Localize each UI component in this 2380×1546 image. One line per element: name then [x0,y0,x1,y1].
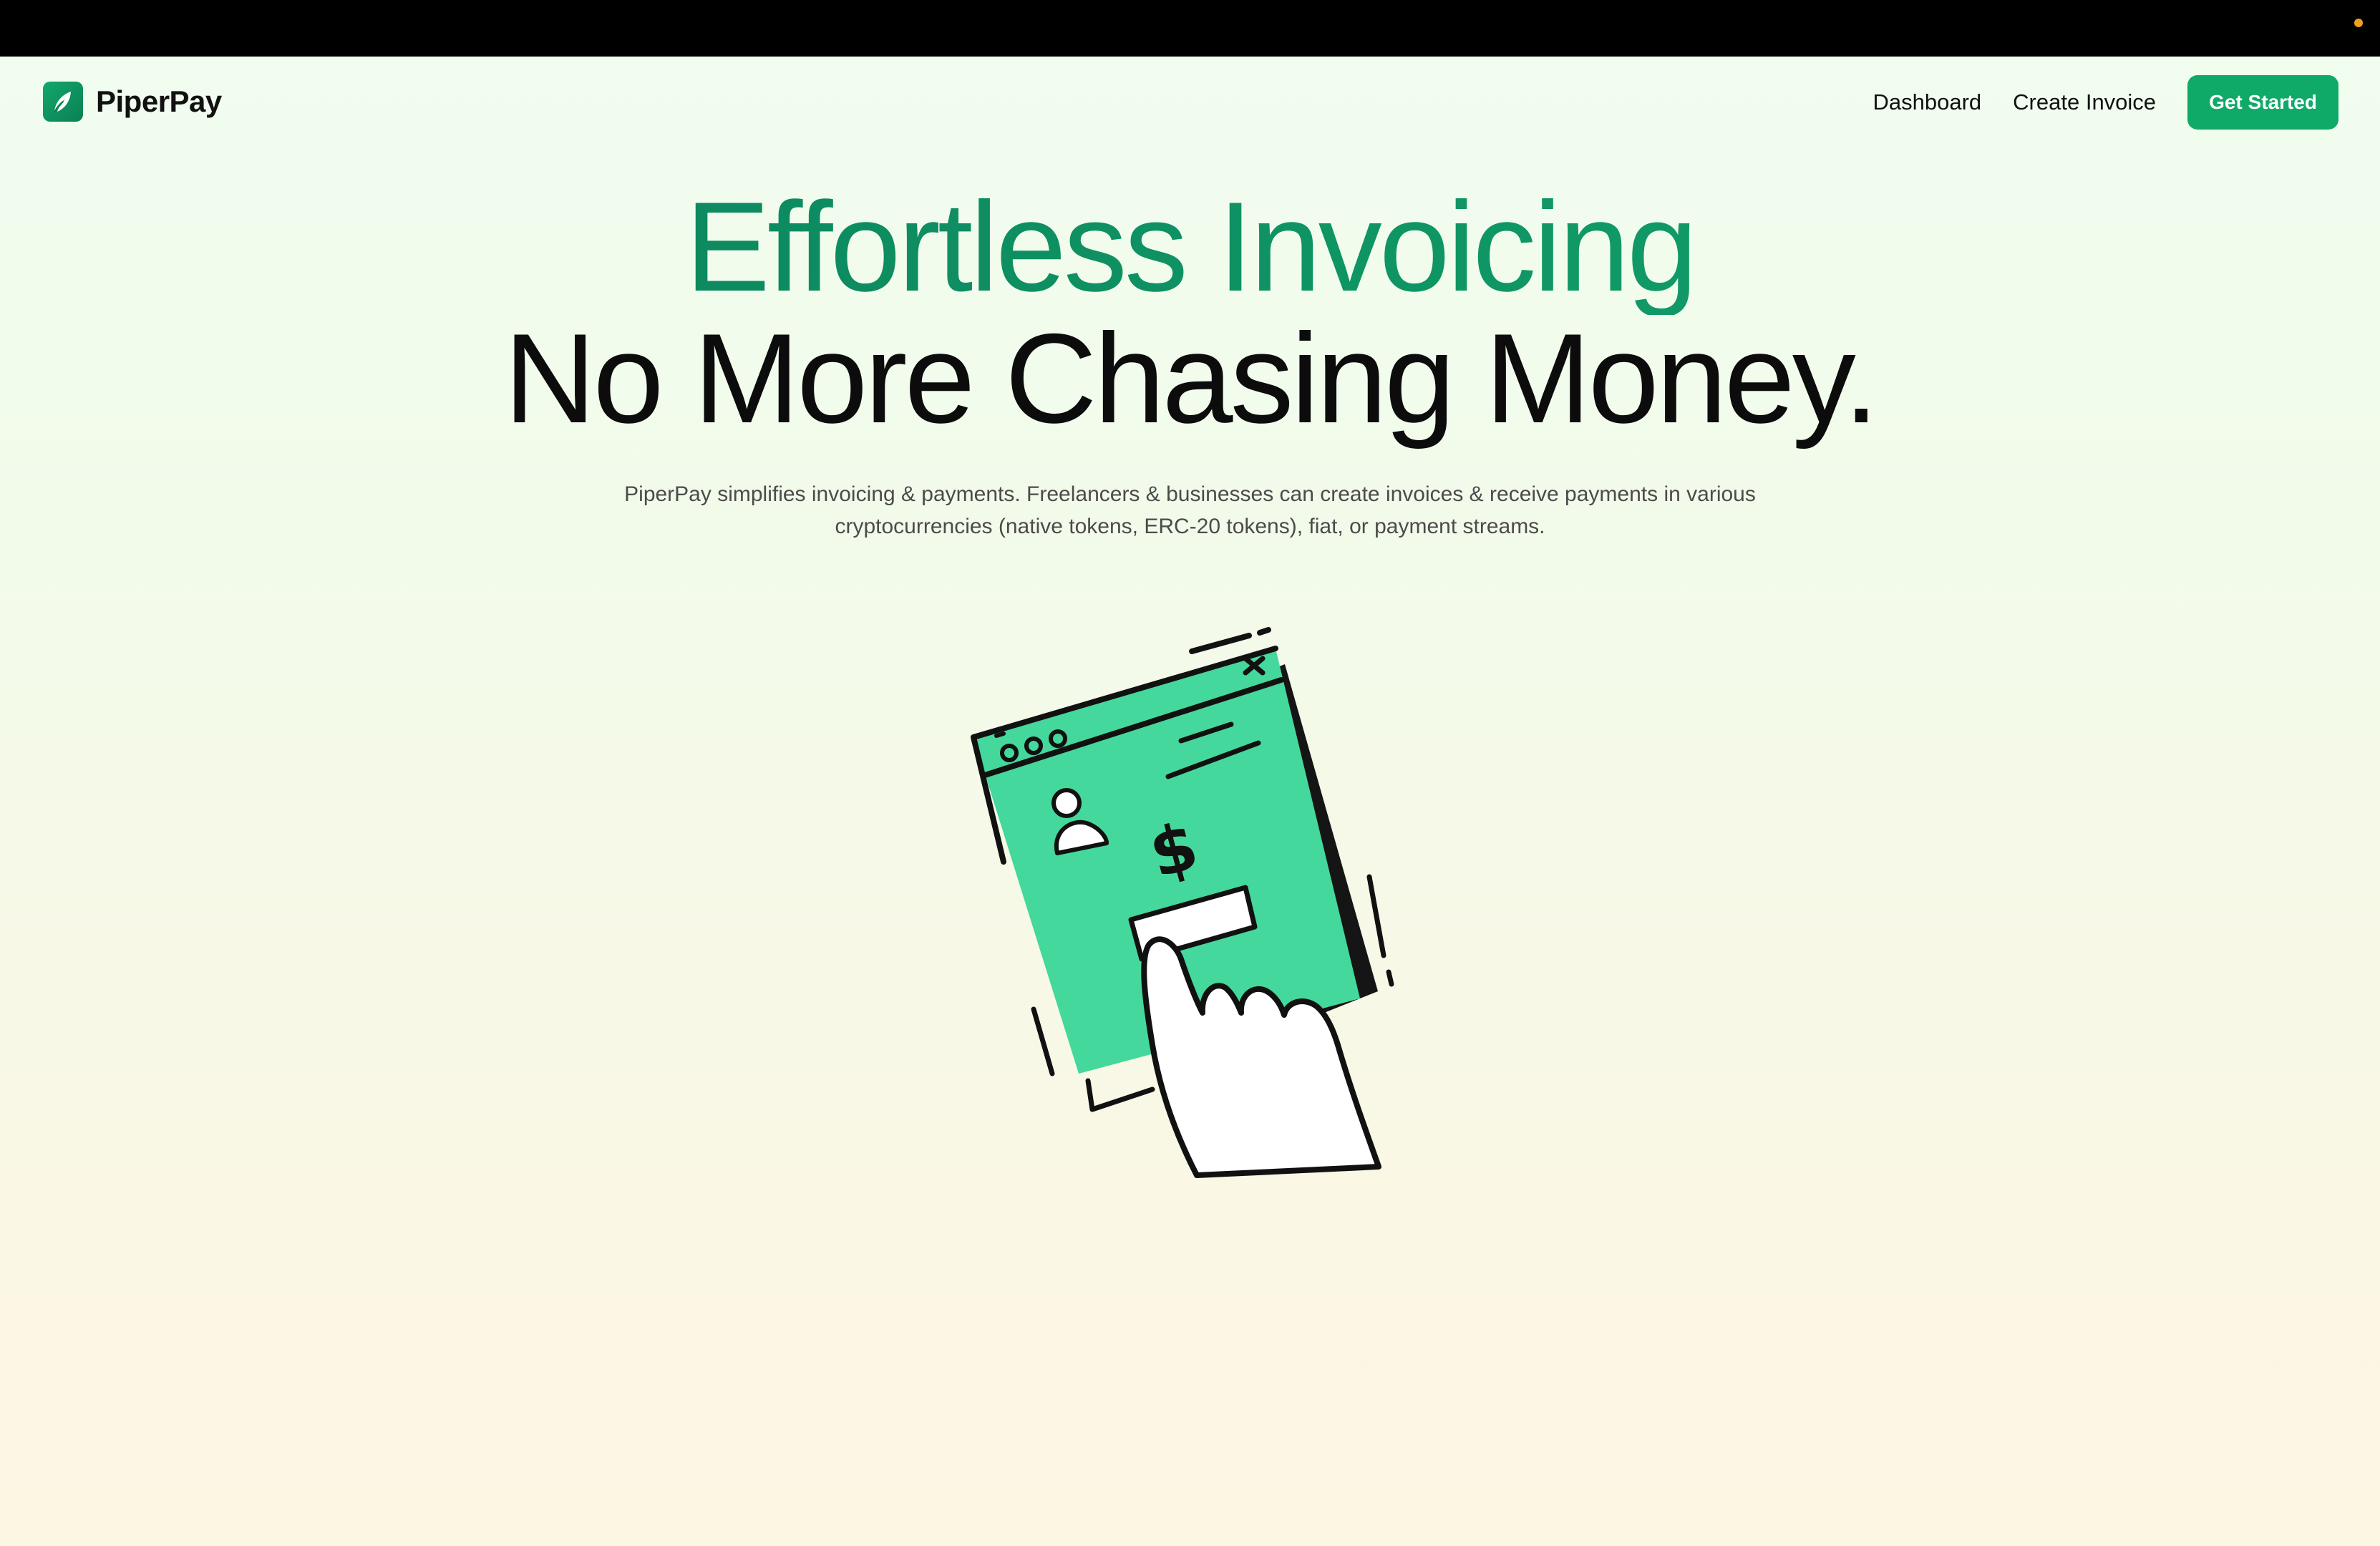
hero-section: Effortless Invoicing No More Chasing Mon… [0,179,2380,543]
get-started-button[interactable]: Get Started [2187,75,2338,130]
recording-indicator-icon [2354,19,2363,27]
nav-links: Dashboard Create Invoice Get Started [1873,75,2338,130]
system-top-bar [0,0,2380,57]
brand-name: PiperPay [96,84,222,118]
nav-link-create-invoice[interactable]: Create Invoice [2013,89,2156,115]
hero-headline-accent: Effortless Invoicing [0,179,2380,315]
feather-icon [43,82,83,122]
brand[interactable]: PiperPay [43,80,222,123]
nav-link-dashboard[interactable]: Dashboard [1873,89,1982,115]
hero-subtitle: PiperPay simplifies invoicing & payments… [624,482,1756,538]
navigation-bar: PiperPay Dashboard Create Invoice Get St… [0,57,2380,148]
invoice-payment-hand-icon: $ [945,601,1432,1188]
hero-headline: No More Chasing Money. [503,307,1879,449]
